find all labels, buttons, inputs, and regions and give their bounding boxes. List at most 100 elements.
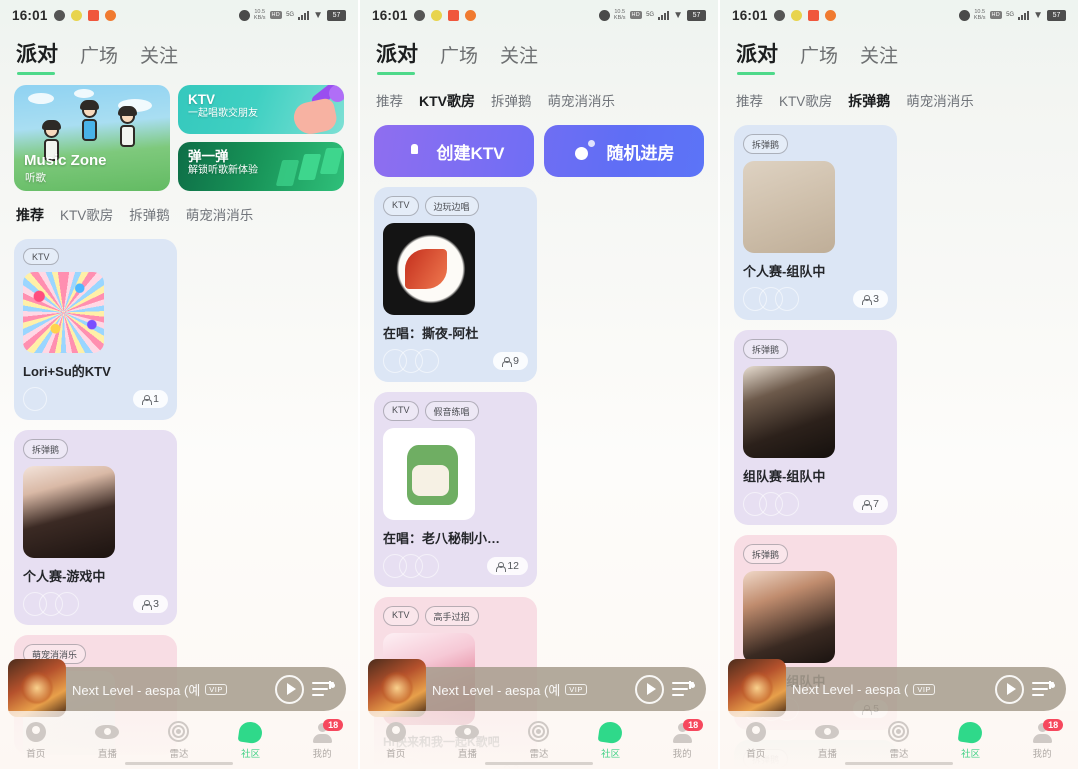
status-time: 16:01 [12, 7, 48, 23]
nav-label: 首页 [746, 748, 766, 760]
subtab-pet-match[interactable]: 萌宠消消乐 [906, 90, 974, 110]
bottom-nav-bar: 首页 直播 雷达 社区 18 我的 [360, 711, 718, 769]
subtab-ktv-room[interactable]: KTV歌房 [779, 90, 832, 110]
tab-plaza[interactable]: 广场 [440, 41, 478, 77]
avatar [23, 387, 47, 411]
signal-icon [658, 10, 670, 20]
create-ktv-button[interactable]: 创建KTV [374, 125, 534, 177]
subtab-bomb-goose[interactable]: 拆弹鹅 [491, 90, 532, 110]
room-card[interactable]: KTV Lori+Su的KTV 1 [14, 239, 177, 420]
card-chips: KTV [23, 248, 168, 265]
nav-profile[interactable]: 18 我的 [1013, 718, 1071, 760]
tab-following[interactable]: 关注 [500, 41, 538, 77]
subtab-pet-match[interactable]: 萌宠消消乐 [548, 90, 616, 110]
network-type-label: 5G [646, 12, 655, 18]
nav-label: 我的 [312, 748, 332, 760]
tab-party[interactable]: 派对 [376, 38, 418, 77]
playlist-icon[interactable] [672, 680, 696, 698]
notification-icon-2 [790, 9, 802, 21]
nav-radar[interactable]: 雷达 [870, 720, 928, 760]
subtab-recommend[interactable]: 推荐 [16, 205, 44, 225]
nav-live[interactable]: 直播 [438, 721, 496, 760]
nav-radar[interactable]: 雷达 [510, 720, 568, 760]
notification-badge: 18 [1043, 718, 1064, 731]
status-time: 16:01 [372, 7, 408, 23]
vip-badge: VIP [913, 683, 935, 695]
nav-community[interactable]: 社区 [582, 720, 640, 760]
card-chip: 拆弹鹅 [743, 339, 789, 359]
play-button[interactable] [275, 674, 304, 704]
nav-radar[interactable]: 雷达 [150, 720, 208, 760]
subtab-recommend[interactable]: 推荐 [376, 90, 403, 110]
nav-label: 直播 [97, 748, 117, 760]
home-icon [24, 721, 48, 743]
play-button[interactable] [995, 674, 1024, 704]
banner-music-zone[interactable]: Music Zone 听歌 [14, 85, 170, 191]
notification-icon-2 [70, 9, 82, 21]
notification-icon-3 [87, 9, 99, 21]
subtab-pet-match[interactable]: 萌宠消消乐 [186, 204, 254, 224]
card-chip: KTV [383, 606, 419, 626]
banner-right-column: KTV 一起唱歌交朋友 弹一弹 解锁听歌新体验 [178, 85, 344, 191]
notification-icon-3 [447, 9, 459, 21]
nav-home[interactable]: 首页 [367, 721, 425, 760]
room-card[interactable]: KTV 边玩边唱 在唱：撕夜-阿杜 9 [374, 187, 537, 382]
member-avatars [743, 287, 799, 311]
top-tab-bar: 派对 广场 关注 [360, 30, 718, 77]
nav-live[interactable]: 直播 [798, 721, 856, 760]
playlist-icon[interactable] [312, 680, 336, 698]
room-thumbnail [743, 161, 835, 253]
subtab-recommend[interactable]: 推荐 [736, 90, 763, 110]
member-count: 7 [853, 495, 888, 513]
subtab-bomb-goose[interactable]: 拆弹鹅 [129, 204, 170, 224]
notification-icon-2 [430, 9, 442, 21]
play-button[interactable] [635, 674, 664, 704]
nav-label: 首页 [386, 748, 406, 760]
hd-icon: HD [629, 11, 643, 19]
wifi-icon: ▼ [313, 9, 323, 21]
room-card[interactable]: 拆弹鹅 组队赛-组队中 7 [734, 330, 897, 525]
member-avatars [23, 387, 47, 411]
tab-following[interactable]: 关注 [140, 41, 178, 77]
now-playing-title: Next Level - aespa (예 VIP [432, 680, 627, 699]
nav-live[interactable]: 直播 [78, 721, 136, 760]
bottom-nav-bar: 首页 直播 雷达 社区 18 我的 [720, 711, 1078, 769]
tab-plaza[interactable]: 广场 [800, 41, 838, 77]
nav-profile[interactable]: 18 我的 [653, 718, 711, 760]
banner-ktv[interactable]: KTV 一起唱歌交朋友 [178, 85, 344, 134]
banner-piano[interactable]: 弹一弹 解锁听歌新体验 [178, 142, 344, 191]
community-icon [237, 720, 264, 744]
tab-plaza[interactable]: 广场 [80, 41, 118, 77]
nav-community[interactable]: 社区 [222, 720, 280, 760]
card-chip: 拆弹鹅 [743, 134, 789, 154]
mini-player-bar[interactable]: Next Level - aespa ( VIP [728, 659, 1066, 717]
mini-player-bar[interactable]: Next Level - aespa (예 VIP [368, 659, 706, 717]
room-card[interactable]: 拆弹鹅 个人赛-游戏中 3 [14, 430, 177, 625]
random-room-button[interactable]: 随机进房 [544, 125, 704, 177]
subtab-bomb-goose[interactable]: 拆弹鹅 [848, 91, 890, 111]
room-card[interactable]: KTV 假音练唱 在唱：老八秘制小… 12 [374, 392, 537, 587]
room-title: 组队赛-组队中 [743, 469, 826, 484]
nav-label: 雷达 [529, 748, 549, 760]
nav-home[interactable]: 首页 [727, 721, 785, 760]
subtab-ktv-room[interactable]: KTV歌房 [419, 91, 475, 111]
subtab-ktv-room[interactable]: KTV歌房 [60, 204, 113, 224]
now-playing-title: Next Level - aespa ( VIP [792, 682, 987, 697]
playlist-icon[interactable] [1032, 680, 1056, 698]
room-title: 个人赛-游戏中 [23, 569, 106, 584]
tab-party[interactable]: 派对 [736, 38, 778, 77]
tab-following[interactable]: 关注 [860, 41, 898, 77]
album-cover [8, 659, 66, 717]
tab-party[interactable]: 派对 [16, 38, 58, 77]
mini-player-bar[interactable]: Next Level - aespa (예 VIP [8, 659, 346, 717]
person-icon [142, 599, 153, 610]
avatar [775, 492, 799, 516]
battery-indicator: 57 [687, 9, 706, 21]
status-bar: 16:01 10.5 KB/s HD 5G ▼ 57 [720, 0, 1078, 30]
nav-profile[interactable]: 18 我的 [293, 718, 351, 760]
nav-community[interactable]: 社区 [942, 720, 1000, 760]
status-bar-right: 10.5 KB/s HD 5G ▼ 57 [958, 9, 1066, 21]
room-thumbnail [23, 272, 104, 353]
nav-home[interactable]: 首页 [7, 721, 65, 760]
room-card[interactable]: 拆弹鹅 个人赛-组队中 3 [734, 125, 897, 320]
